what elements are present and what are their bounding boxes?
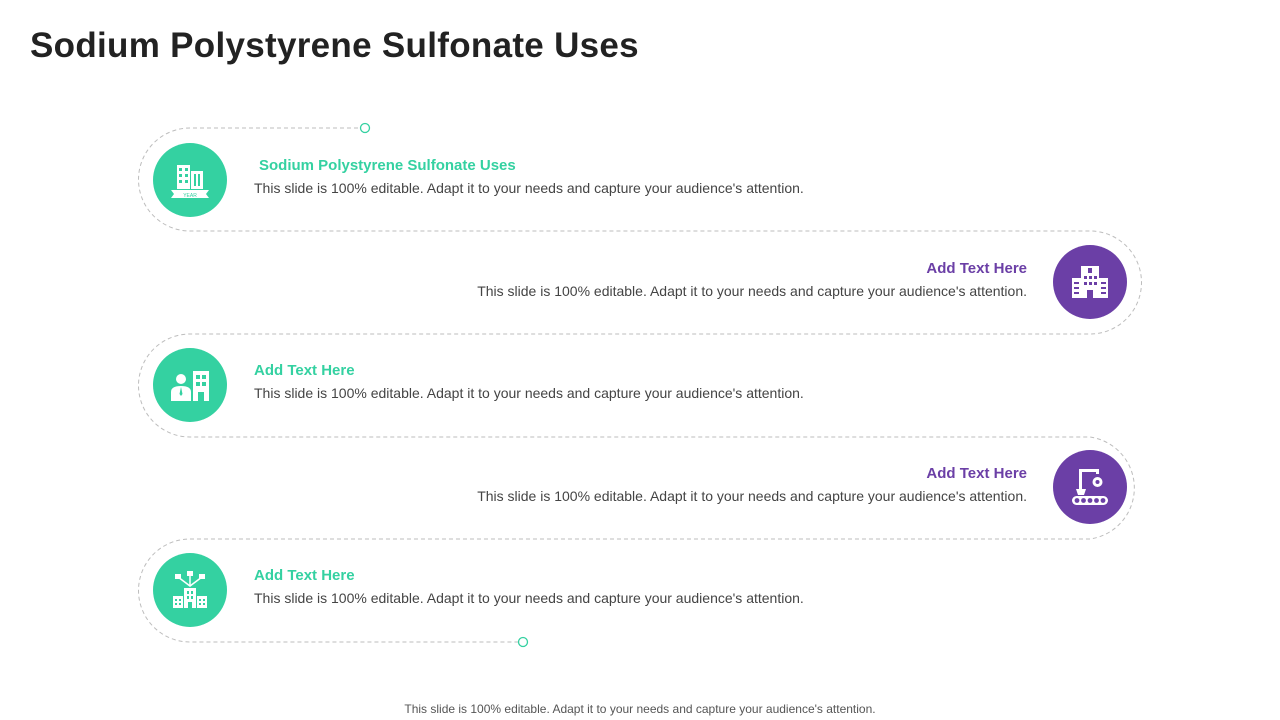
factory-conveyor-icon [1053,450,1127,524]
list-item: Add Text Here This slide is 100% editabl… [254,362,804,401]
list-item: Sodium Polystyrene Sulfonate Uses This s… [254,157,804,196]
item-text: This slide is 100% editable. Adapt it to… [254,385,804,401]
item-text: This slide is 100% editable. Adapt it to… [254,180,804,196]
connector-start-dot [359,122,371,134]
item-heading: Add Text Here [926,465,1027,482]
item-heading: Add Text Here [926,260,1027,277]
network-building-icon [153,553,227,627]
item-text: This slide is 100% editable. Adapt it to… [254,590,804,606]
item-heading: Add Text Here [254,567,355,584]
list-item: Add Text Here This slide is 100% editabl… [477,260,1027,299]
list-item: Add Text Here This slide is 100% editabl… [254,567,804,606]
item-heading: Add Text Here [254,362,355,379]
svg-text:YEAR: YEAR [183,193,197,199]
item-text: This slide is 100% editable. Adapt it to… [477,283,1027,299]
item-text: This slide is 100% editable. Adapt it to… [477,488,1027,504]
connector-end-dot [517,636,529,648]
office-building-icon [1053,245,1127,319]
person-building-icon [153,348,227,422]
building-year-icon: YEAR [153,143,227,217]
footer-note: This slide is 100% editable. Adapt it to… [404,702,876,716]
item-heading: Sodium Polystyrene Sulfonate Uses [259,157,516,174]
list-item: Add Text Here This slide is 100% editabl… [477,465,1027,504]
